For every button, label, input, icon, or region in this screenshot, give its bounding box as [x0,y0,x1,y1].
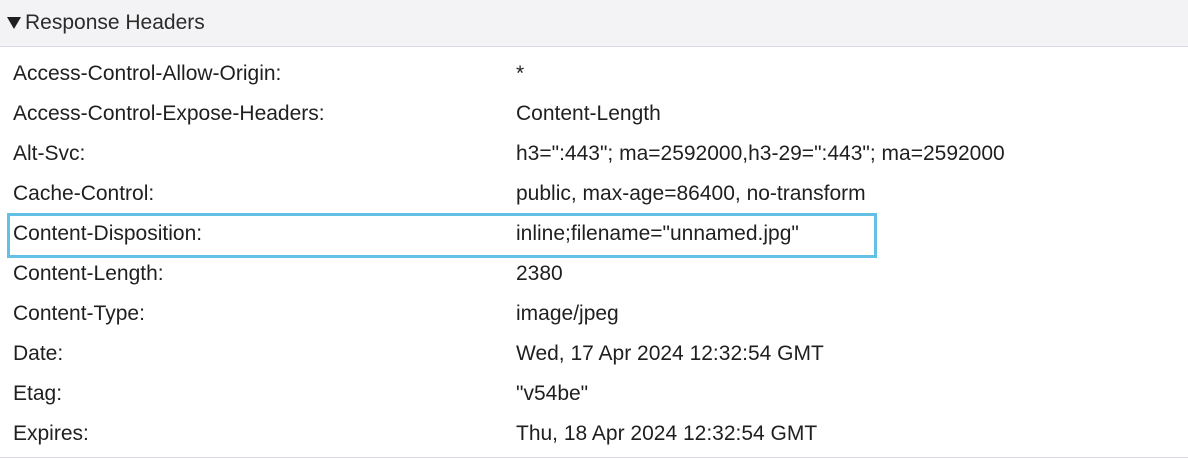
section-bottom-divider [0,457,1188,458]
header-row-content-type[interactable]: Content-Type: image/jpeg [0,294,1188,334]
header-value: public, max-age=86400, no-transform [516,182,866,205]
header-value: inline;filename="unnamed.jpg" [516,222,799,245]
header-value: Content-Length [516,102,661,125]
header-value: h3=":443"; ma=2592000,h3-29=":443"; ma=2… [516,142,1005,165]
header-row-alt-svc[interactable]: Alt-Svc: h3=":443"; ma=2592000,h3-29=":4… [0,134,1188,174]
header-name: Expires: [13,422,89,445]
header-name: Content-Length: [13,262,164,285]
header-name: Alt-Svc: [13,142,86,165]
section-title: Response Headers [25,11,205,34]
header-row-access-control-expose-headers[interactable]: Access-Control-Expose-Headers: Content-L… [0,94,1188,134]
header-name: Access-Control-Expose-Headers: [13,102,325,125]
header-name: Access-Control-Allow-Origin: [13,62,282,85]
header-value: 2380 [516,262,563,285]
response-headers-panel: Response Headers Access-Control-Allow-Or… [0,0,1188,460]
header-row-expires[interactable]: Expires: Thu, 18 Apr 2024 12:32:54 GMT [0,414,1188,454]
header-name: Content-Type: [13,302,145,325]
header-name: Content-Disposition: [13,222,203,245]
header-row-cache-control[interactable]: Cache-Control: public, max-age=86400, no… [0,174,1188,214]
header-row-access-control-allow-origin[interactable]: Access-Control-Allow-Origin: * [0,54,1188,94]
response-headers-toggle[interactable]: Response Headers [0,0,1188,47]
headers-table: Access-Control-Allow-Origin: * Access-Co… [0,54,1188,454]
header-value: Thu, 18 Apr 2024 12:32:54 GMT [516,422,818,445]
header-row-content-disposition[interactable]: Content-Disposition: inline;filename="un… [0,214,1188,254]
triangle-down-icon[interactable] [7,15,21,31]
header-name: Etag: [13,382,63,405]
header-value: * [516,62,525,85]
header-row-content-length[interactable]: Content-Length: 2380 [0,254,1188,294]
header-value: "v54be" [516,382,589,405]
header-value: Wed, 17 Apr 2024 12:32:54 GMT [516,342,824,365]
header-row-date[interactable]: Date: Wed, 17 Apr 2024 12:32:54 GMT [0,334,1188,374]
header-row-etag[interactable]: Etag: "v54be" [0,374,1188,414]
header-name: Date: [13,342,64,365]
header-value: image/jpeg [516,302,619,325]
header-name: Cache-Control: [13,182,155,205]
